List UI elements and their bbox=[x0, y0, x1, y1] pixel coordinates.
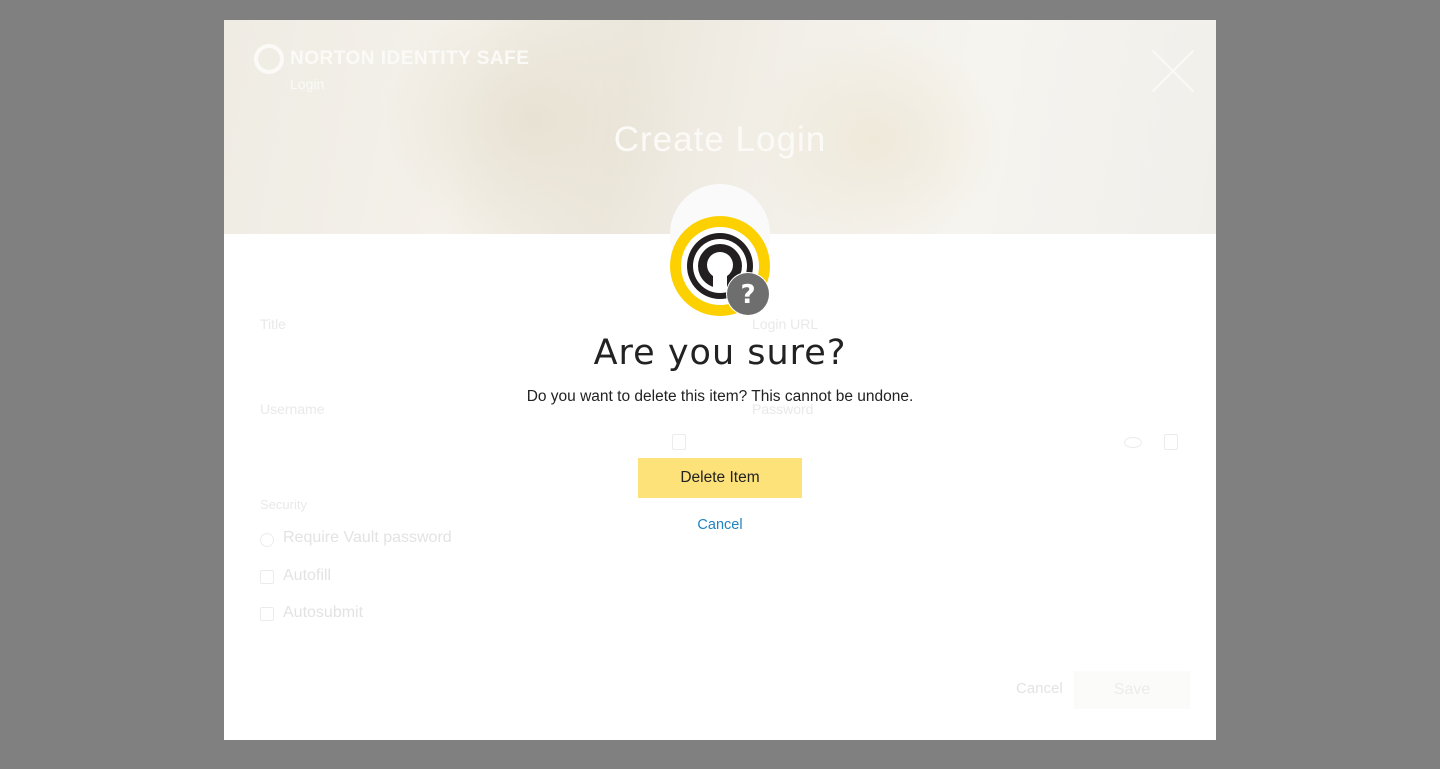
copy-password-icon[interactable] bbox=[1164, 434, 1178, 450]
create-login-dialog: NORTON IDENTITY SAFE Login Create Login … bbox=[224, 20, 1216, 740]
brand: NORTON IDENTITY SAFE bbox=[254, 44, 529, 74]
confirm-message: Do you want to delete this item? This ca… bbox=[526, 388, 914, 405]
autofill-label: Autofill bbox=[283, 567, 332, 584]
security-label: Security bbox=[260, 497, 307, 512]
autofill-checkbox[interactable] bbox=[260, 570, 274, 584]
form-save-button[interactable]: Save bbox=[1074, 671, 1190, 709]
delete-item-button[interactable]: Delete Item bbox=[638, 458, 802, 498]
brand-name: NORTON IDENTITY SAFE bbox=[290, 48, 530, 69]
cancel-link-label[interactable]: Cancel bbox=[697, 517, 742, 533]
form-cancel-button[interactable]: Cancel bbox=[1016, 680, 1063, 697]
autosubmit-checkbox[interactable] bbox=[260, 607, 274, 621]
svg-text:?: ? bbox=[740, 280, 755, 310]
title-label: Title bbox=[260, 316, 286, 332]
page-title: Create Login bbox=[613, 120, 827, 159]
autosubmit-label: Autosubmit bbox=[283, 604, 364, 621]
require-vault-password-checkbox[interactable] bbox=[260, 533, 274, 547]
confirm-title: Are you sure? bbox=[593, 333, 847, 373]
copy-username-icon[interactable] bbox=[672, 434, 686, 450]
vault-question-icon: ? bbox=[670, 216, 770, 316]
brand-subtitle: Login bbox=[290, 76, 325, 92]
hide-password-icon[interactable] bbox=[1124, 437, 1142, 448]
close-icon[interactable] bbox=[1152, 50, 1194, 92]
norton-logo-icon bbox=[254, 44, 284, 74]
cancel-link[interactable]: Cancel bbox=[224, 517, 1216, 533]
login-url-label: Login URL bbox=[752, 316, 819, 332]
